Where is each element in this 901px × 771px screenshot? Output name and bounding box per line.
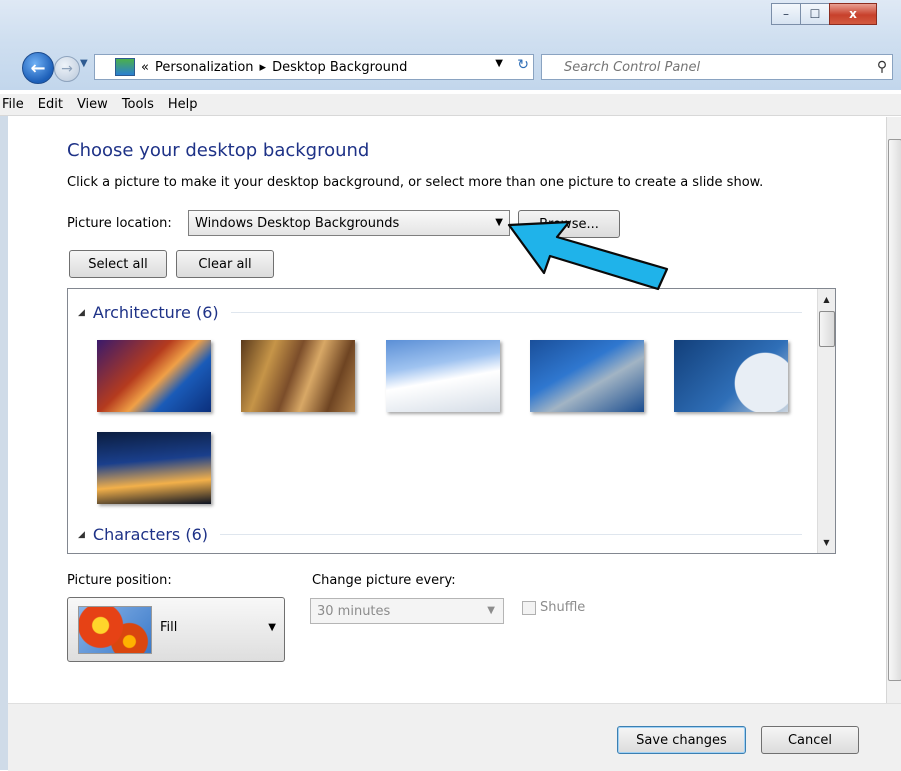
group-title: Architecture (6) (92, 303, 219, 322)
picture-gallery: ◢ Architecture (6) ◢ Characters (6) ▲ ▼ (67, 288, 836, 554)
forward-arrow-icon[interactable]: → (54, 56, 80, 82)
maximize-button[interactable]: ☐ (800, 3, 830, 25)
search-box[interactable]: ⚲ (541, 54, 893, 80)
page-scroll-thumb[interactable] (888, 139, 901, 681)
select-all-button[interactable]: Select all (69, 250, 167, 278)
address-dropdown-icon[interactable]: ▼ (495, 58, 503, 69)
menu-edit[interactable]: Edit (38, 97, 63, 112)
search-icon[interactable]: ⚲ (872, 59, 892, 75)
scroll-up-icon[interactable]: ▲ (818, 291, 835, 308)
menu-bar: File Edit View Tools Help (0, 94, 901, 116)
menu-file[interactable]: File (2, 97, 24, 112)
architecture-thumbnail-3[interactable] (386, 340, 500, 412)
recent-pages-dropdown-icon[interactable]: ▼ (80, 58, 88, 69)
save-changes-button[interactable]: Save changes (617, 726, 746, 754)
picture-location-label: Picture location: (67, 216, 172, 231)
picture-location-select[interactable]: Windows Desktop Backgrounds ▼ (188, 210, 510, 236)
refresh-icon[interactable]: ↻ (517, 57, 529, 73)
window-controls: – ☐ x (771, 3, 877, 27)
position-preview-image (78, 606, 152, 654)
window-left-border (0, 116, 8, 770)
annotation-arrow-shape (507, 220, 669, 291)
picture-location-value: Windows Desktop Backgrounds (195, 215, 400, 231)
scroll-down-icon[interactable]: ▼ (818, 534, 835, 551)
close-button[interactable]: x (829, 3, 877, 25)
menu-view[interactable]: View (77, 97, 108, 112)
title-bar (0, 0, 901, 40)
group-divider (220, 534, 802, 535)
chevron-down-icon: ▼ (268, 622, 276, 633)
clear-all-button[interactable]: Clear all (176, 250, 274, 278)
search-input[interactable] (542, 58, 872, 76)
group-divider (230, 312, 802, 313)
menu-tools[interactable]: Tools (122, 97, 154, 112)
group-header-characters[interactable]: ◢ Characters (6) (78, 525, 802, 544)
architecture-thumbnail-5[interactable] (674, 340, 788, 412)
collapse-triangle-icon[interactable]: ◢ (78, 308, 85, 318)
chevron-down-icon: ▼ (487, 605, 495, 616)
picture-position-label: Picture position: (67, 573, 172, 588)
breadcrumb-overflow[interactable]: « (141, 60, 149, 75)
breadcrumb-personalization[interactable]: Personalization (155, 60, 254, 75)
page-description: Click a picture to make it your desktop … (67, 175, 764, 190)
control-panel-icon (115, 58, 135, 76)
breadcrumb: « Personalization ▸ Desktop Background (141, 60, 407, 75)
scroll-thumb[interactable] (819, 311, 835, 347)
address-bar[interactable]: « Personalization ▸ Desktop Background ▼… (94, 54, 534, 80)
gallery-scrollbar[interactable]: ▲ ▼ (817, 289, 835, 553)
shuffle-checkbox[interactable]: Shuffle (522, 600, 585, 615)
annotation-arrow-icon (507, 220, 669, 291)
change-picture-value: 30 minutes (317, 603, 391, 619)
group-header-architecture[interactable]: ◢ Architecture (6) (78, 303, 802, 322)
picture-position-select[interactable]: Fill ▼ (67, 597, 285, 662)
menu-help[interactable]: Help (168, 97, 198, 112)
cancel-button[interactable]: Cancel (761, 726, 859, 754)
minimize-button[interactable]: – (771, 3, 801, 25)
change-picture-label: Change picture every: (312, 573, 456, 588)
checkbox-box[interactable] (522, 600, 536, 615)
back-arrow-icon[interactable]: ← (22, 52, 54, 84)
architecture-thumbnail-6[interactable] (97, 432, 211, 504)
architecture-thumbnail-4[interactable] (530, 340, 644, 412)
collapse-triangle-icon[interactable]: ◢ (78, 530, 85, 540)
page-title: Choose your desktop background (67, 140, 370, 161)
picture-position-value: Fill (160, 620, 178, 635)
page-scrollbar[interactable] (886, 117, 901, 703)
shuffle-label: Shuffle (540, 600, 586, 615)
architecture-thumbnail-1[interactable] (97, 340, 211, 412)
breadcrumb-desktop-background[interactable]: Desktop Background (272, 60, 407, 75)
architecture-thumbnail-2[interactable] (241, 340, 355, 412)
change-picture-select[interactable]: 30 minutes ▼ (310, 598, 504, 624)
breadcrumb-separator: ▸ (259, 59, 267, 75)
group-title: Characters (6) (92, 525, 208, 544)
